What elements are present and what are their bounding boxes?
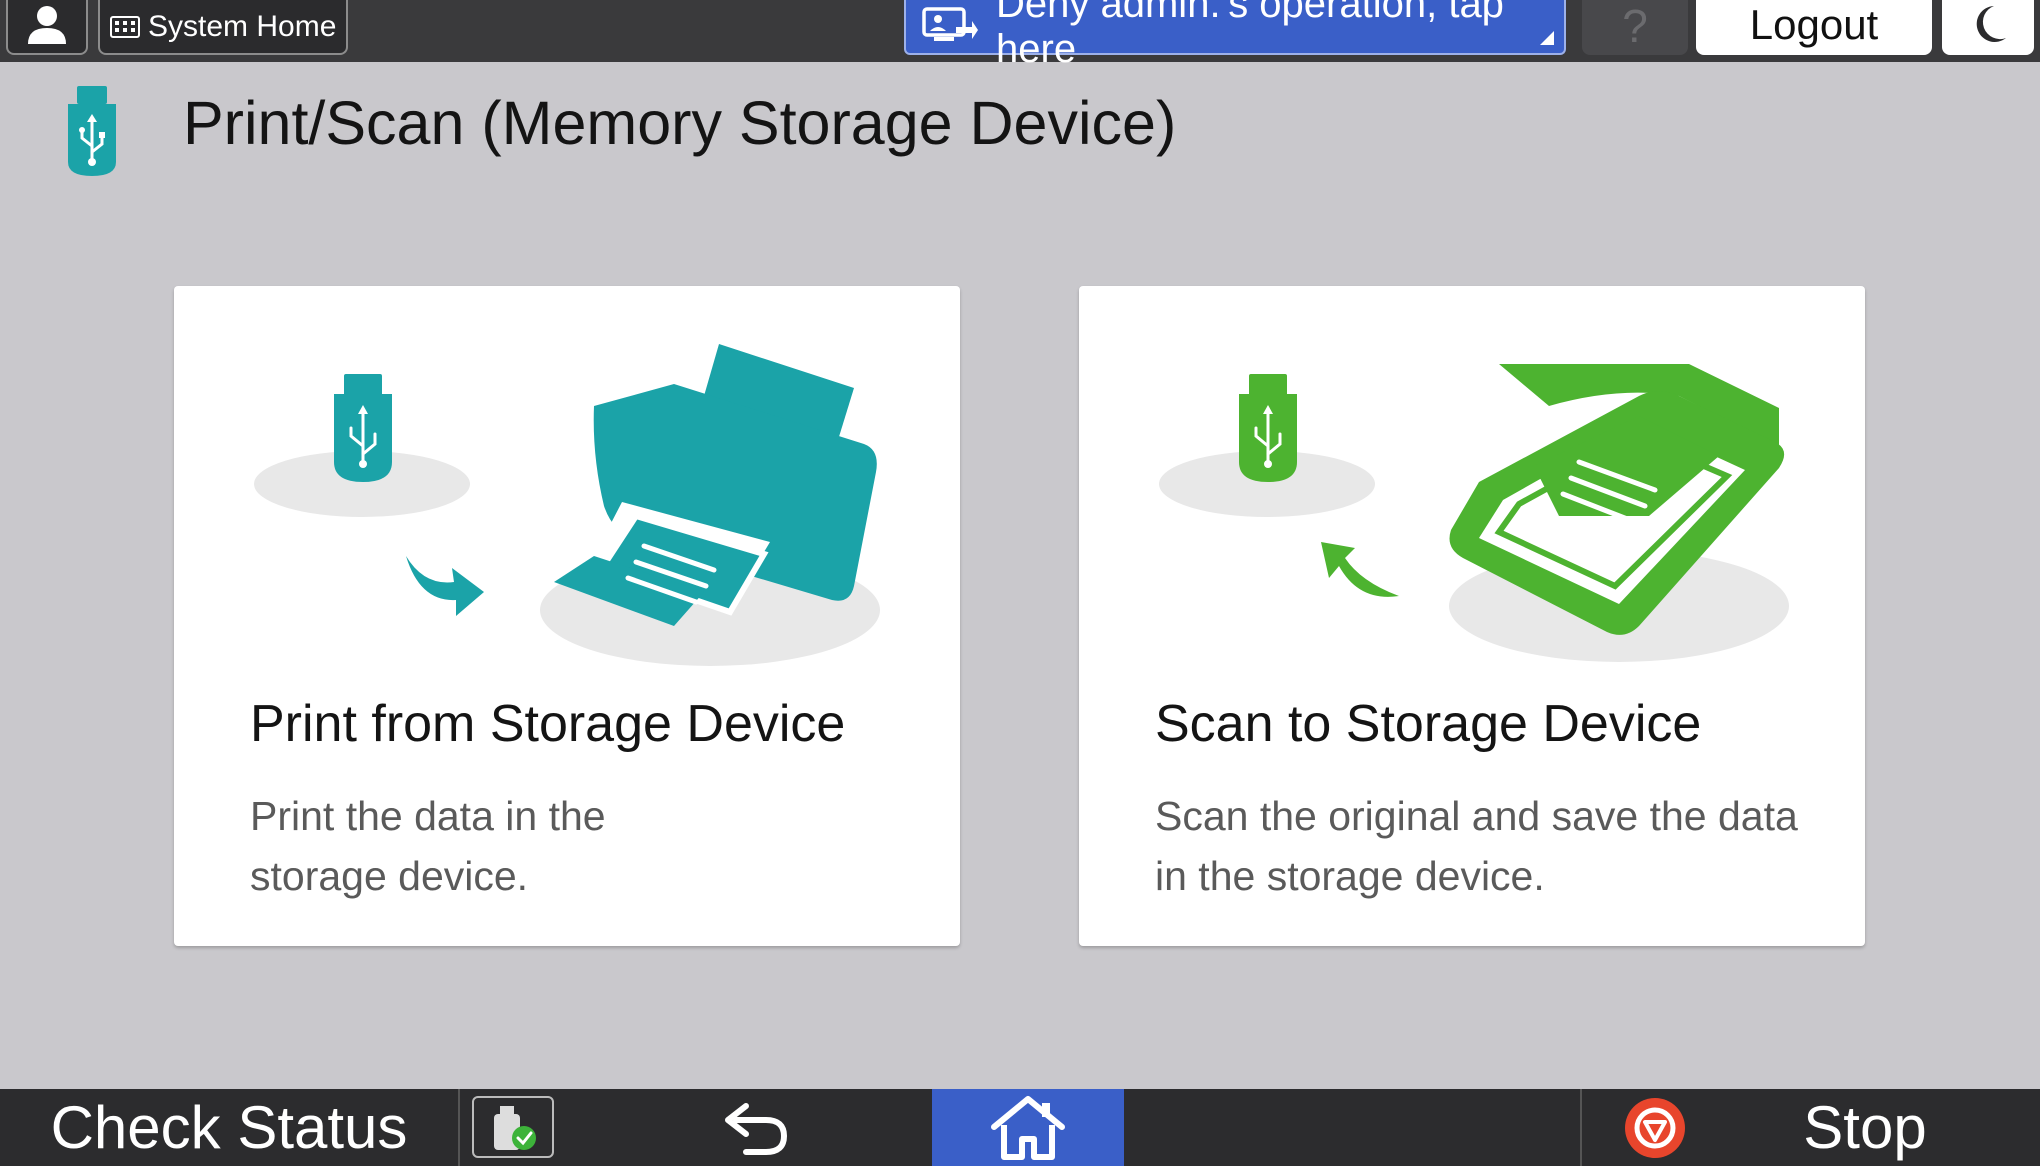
logout-button[interactable]: Logout	[1696, 0, 1932, 55]
storage-status-icon	[494, 1106, 536, 1150]
divider	[458, 1089, 460, 1166]
deny-admin-operation-button[interactable]: Deny admin.'s operation, tap here	[904, 0, 1566, 71]
scan-to-storage-card[interactable]: Scan to Storage Device Scan the original…	[1079, 286, 1865, 946]
page-title: Print/Scan (Memory Storage Device)	[183, 89, 1177, 157]
stop-icon-button[interactable]	[1610, 1089, 1700, 1166]
system-home-label: System Home	[148, 9, 337, 43]
card-title: Print from Storage Device	[250, 695, 846, 753]
usb-drive-icon	[1239, 374, 1297, 482]
card-description-line: Print the data in the	[250, 793, 606, 839]
usb-drive-icon	[334, 374, 392, 482]
top-bar: System Home Deny admin.'s operation, tap…	[0, 0, 2040, 71]
print-from-storage-card[interactable]: Print from Storage Device Print the data…	[174, 286, 960, 946]
divider	[1580, 1089, 1582, 1166]
printer-icon	[554, 344, 877, 626]
stop-button[interactable]: Stop	[1760, 1089, 1970, 1166]
grid-icon	[110, 15, 140, 38]
card-description-line: storage device.	[250, 853, 529, 899]
card-description: Scan the original and save the data in t…	[1155, 786, 1798, 906]
home-button[interactable]	[932, 1089, 1124, 1166]
deny-admin-operation-label: Deny admin.'s operation, tap here	[996, 0, 1504, 71]
card-description-line: Scan the original and save the data	[1155, 793, 1798, 839]
corner-indicator	[1540, 31, 1554, 45]
back-button[interactable]	[700, 1089, 812, 1166]
check-status-button[interactable]: Check Status	[0, 1089, 458, 1166]
card-description: Print the data in the storage device.	[250, 786, 606, 906]
card-title: Scan to Storage Device	[1155, 695, 1702, 753]
arrow-up-left-icon	[1321, 542, 1399, 597]
user-button[interactable]	[6, 0, 88, 55]
moon-icon	[1976, 6, 2006, 42]
user-icon	[28, 6, 66, 44]
bottom-bar: Check Status Stop	[0, 1089, 2040, 1166]
energy-saver-button[interactable]	[1942, 0, 2034, 55]
system-home-button[interactable]: System Home	[98, 0, 348, 55]
back-arrow-icon	[725, 1102, 788, 1155]
help-button[interactable]: ?	[1582, 0, 1688, 55]
stop-icon	[1625, 1097, 1685, 1158]
remote-operation-icon	[922, 7, 978, 41]
arrow-right-icon	[406, 556, 484, 616]
card-description-line: in the storage device.	[1155, 853, 1545, 899]
scan-to-storage-illustration	[1159, 364, 1789, 662]
storage-status-button[interactable]	[472, 1096, 554, 1158]
usb-drive-icon	[68, 86, 116, 176]
home-icon	[991, 1095, 1065, 1160]
print-from-storage-illustration	[254, 344, 880, 666]
